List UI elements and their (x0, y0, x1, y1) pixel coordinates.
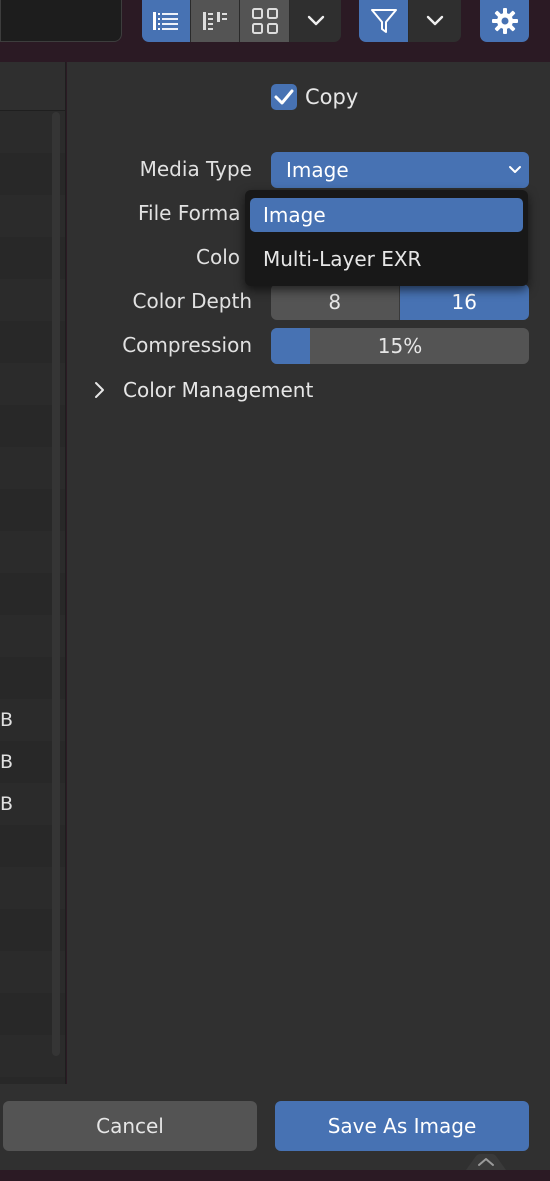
copy-checkbox[interactable] (271, 84, 297, 110)
thumbnails-icon (251, 8, 278, 34)
filter-icon (370, 9, 397, 33)
color-management-label: Color Management (123, 378, 314, 402)
save-as-image-button[interactable]: Save As Image (275, 1101, 529, 1151)
display-mode-dropdown[interactable] (290, 0, 341, 42)
resize-handle-icon[interactable] (466, 1150, 506, 1170)
color-depth-8-option[interactable]: 8 (271, 284, 400, 320)
compression-slider[interactable]: 15% (271, 328, 529, 364)
vertical-list-view-button[interactable] (142, 0, 191, 42)
file-list-scrollbar[interactable] (52, 112, 60, 1056)
display-mode-group (142, 0, 341, 42)
media-type-value: Image (286, 158, 349, 182)
cancel-button[interactable]: Cancel (3, 1101, 257, 1151)
compression-label: Compression (122, 333, 252, 357)
gear-icon (491, 8, 518, 34)
horizontal-list-view-button[interactable] (191, 0, 240, 42)
media-type-popup-menu: Image Multi-Layer EXR (245, 190, 528, 286)
file-size-label: B (0, 751, 14, 773)
directory-path-field[interactable] (0, 0, 122, 42)
color-depth-label: Color Depth (132, 289, 253, 313)
media-type-label: Media Type (139, 157, 252, 181)
chevron-down-icon (307, 15, 324, 26)
copy-label: Copy (305, 85, 359, 109)
color-depth-toggle: 8 16 (271, 284, 529, 320)
chevron-down-icon (426, 15, 444, 26)
filter-toggle-button[interactable] (359, 0, 409, 42)
chevron-right-icon (95, 382, 104, 398)
file-size-label: B (0, 709, 14, 731)
color-label: Colo (196, 245, 240, 269)
menu-item-image[interactable]: Image (250, 198, 523, 232)
chevron-down-icon (509, 166, 521, 173)
thumbnails-view-button[interactable] (240, 0, 290, 42)
compression-value: 15% (377, 334, 423, 358)
menu-item-multilayer-exr[interactable]: Multi-Layer EXR (250, 242, 523, 276)
horizontal-list-icon (203, 12, 227, 30)
file-size-label: B (0, 793, 14, 815)
color-management-section[interactable]: Color Management (90, 375, 350, 405)
vertical-list-icon (153, 12, 178, 30)
filter-dropdown[interactable] (409, 0, 461, 42)
list-item[interactable] (0, 1077, 65, 1084)
checkmark-icon (274, 89, 294, 105)
settings-button[interactable] (480, 0, 529, 42)
filter-group (359, 0, 461, 42)
file-format-label: File Forma (138, 201, 241, 225)
file-list-header (0, 62, 65, 111)
media-type-dropdown[interactable]: Image (271, 152, 529, 188)
settings-group (480, 0, 529, 42)
color-depth-16-option[interactable]: 16 (399, 284, 529, 320)
